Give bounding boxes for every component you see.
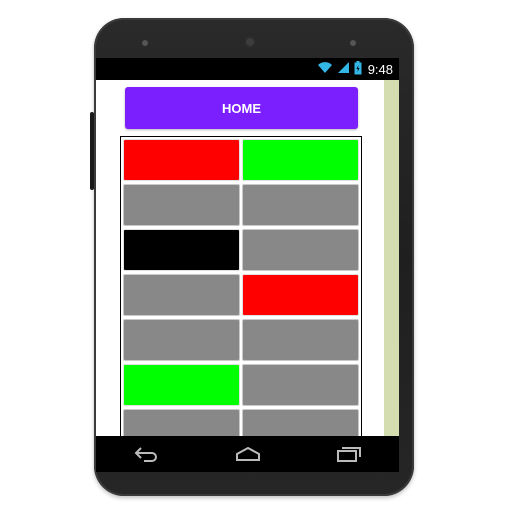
grid-cell-r3-c1[interactable] [123, 229, 240, 271]
grid-cell-r4-c2[interactable] [242, 274, 359, 316]
grid-cell-r1-c2[interactable] [242, 139, 359, 181]
status-bar: 9:48 [96, 58, 399, 80]
front-camera [244, 36, 256, 48]
app-content: HOME [96, 80, 384, 438]
scroll-strip [384, 80, 399, 438]
battery-icon [354, 60, 362, 78]
color-grid [120, 136, 362, 438]
grid-cell-r6-c1[interactable] [123, 364, 240, 406]
wifi-icon [317, 61, 333, 77]
home-button[interactable]: HOME [125, 87, 358, 129]
signal-icon [337, 61, 350, 77]
grid-cell-r5-c1[interactable] [123, 319, 240, 361]
grid-cell-r6-c2[interactable] [242, 364, 359, 406]
grid-cell-r7-c1[interactable] [123, 409, 240, 438]
grid-cell-r2-c2[interactable] [242, 184, 359, 226]
grid-cell-r1-c1[interactable] [123, 139, 240, 181]
navigation-bar [96, 436, 399, 472]
grid-cell-r5-c2[interactable] [242, 319, 359, 361]
home-icon[interactable] [233, 444, 263, 464]
status-clock: 9:48 [367, 61, 393, 77]
volume-button[interactable] [90, 112, 94, 190]
back-icon[interactable] [132, 444, 162, 464]
recents-icon[interactable] [334, 444, 364, 464]
grid-cell-r3-c2[interactable] [242, 229, 359, 271]
grid-cell-r2-c1[interactable] [123, 184, 240, 226]
sensor-dot-right [350, 40, 356, 46]
grid-cell-r7-c2[interactable] [242, 409, 359, 438]
device-screen: 9:48 HOME [96, 58, 399, 438]
grid-cell-r4-c1[interactable] [123, 274, 240, 316]
sensor-dot-left [142, 40, 148, 46]
